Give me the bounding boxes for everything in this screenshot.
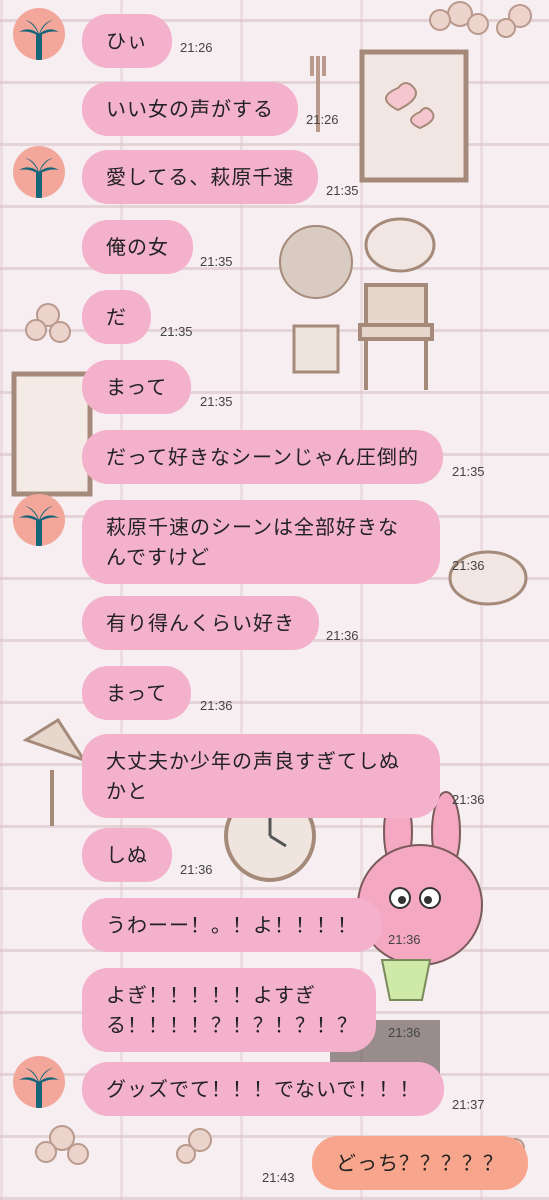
message-time: 21:26 <box>180 40 213 55</box>
message-time: 21:36 <box>388 932 421 947</box>
palm-tree-icon <box>19 20 59 60</box>
message-bubble[interactable]: よぎ！！！！！よすぎる！！！！？！？！？！？ <box>82 968 376 1052</box>
message-time: 21:35 <box>160 324 193 339</box>
message-bubble[interactable]: いい女の声がする <box>82 82 298 136</box>
message-bubble[interactable]: だって好きなシーンじゃん圧倒的 <box>82 430 443 484</box>
message-time: 21:43 <box>262 1170 295 1185</box>
outgoing-message-bubble[interactable]: どっち？？？？？ <box>312 1136 528 1190</box>
message-time: 21:35 <box>200 254 233 269</box>
message-bubble[interactable]: うわーー！。！よ！！！！ <box>82 898 382 952</box>
message-bubble[interactable]: だ <box>82 290 151 344</box>
message-time: 21:36 <box>452 558 485 573</box>
message-bubble[interactable]: 俺の女 <box>82 220 193 274</box>
message-time: 21:35 <box>326 183 359 198</box>
message-time: 21:35 <box>200 394 233 409</box>
message-time: 21:37 <box>452 1097 485 1112</box>
palm-tree-icon <box>19 506 59 546</box>
chat-thread[interactable]: ひぃ 21:26 いい女の声がする 21:26 愛してる、萩原千速 21:35 … <box>0 0 549 1200</box>
message-time: 21:36 <box>326 628 359 643</box>
message-time: 21:26 <box>306 112 339 127</box>
avatar[interactable] <box>13 1056 65 1108</box>
message-bubble[interactable]: 有り得んくらい好き <box>82 596 319 650</box>
message-bubble[interactable]: しぬ <box>82 828 172 882</box>
palm-tree-icon <box>19 158 59 198</box>
avatar[interactable] <box>13 494 65 546</box>
avatar[interactable] <box>13 146 65 198</box>
message-bubble[interactable]: まって <box>82 666 192 720</box>
message-time: 21:35 <box>452 464 485 479</box>
message-time: 21:36 <box>452 792 485 807</box>
message-bubble[interactable]: グッズでて！！！でないで！！！ <box>82 1062 445 1116</box>
message-bubble[interactable]: 萩原千速のシーンは全部好きなんですけど <box>82 500 440 584</box>
message-bubble[interactable]: まって <box>82 360 192 414</box>
avatar[interactable] <box>13 8 65 60</box>
message-bubble[interactable]: 大丈夫か少年の声良すぎてしぬかと <box>82 734 440 818</box>
message-time: 21:36 <box>180 862 213 877</box>
message-time: 21:36 <box>388 1025 421 1040</box>
message-bubble[interactable]: ひぃ <box>82 14 172 68</box>
message-time: 21:36 <box>200 698 233 713</box>
message-bubble[interactable]: 愛してる、萩原千速 <box>82 150 319 204</box>
palm-tree-icon <box>19 1068 59 1108</box>
